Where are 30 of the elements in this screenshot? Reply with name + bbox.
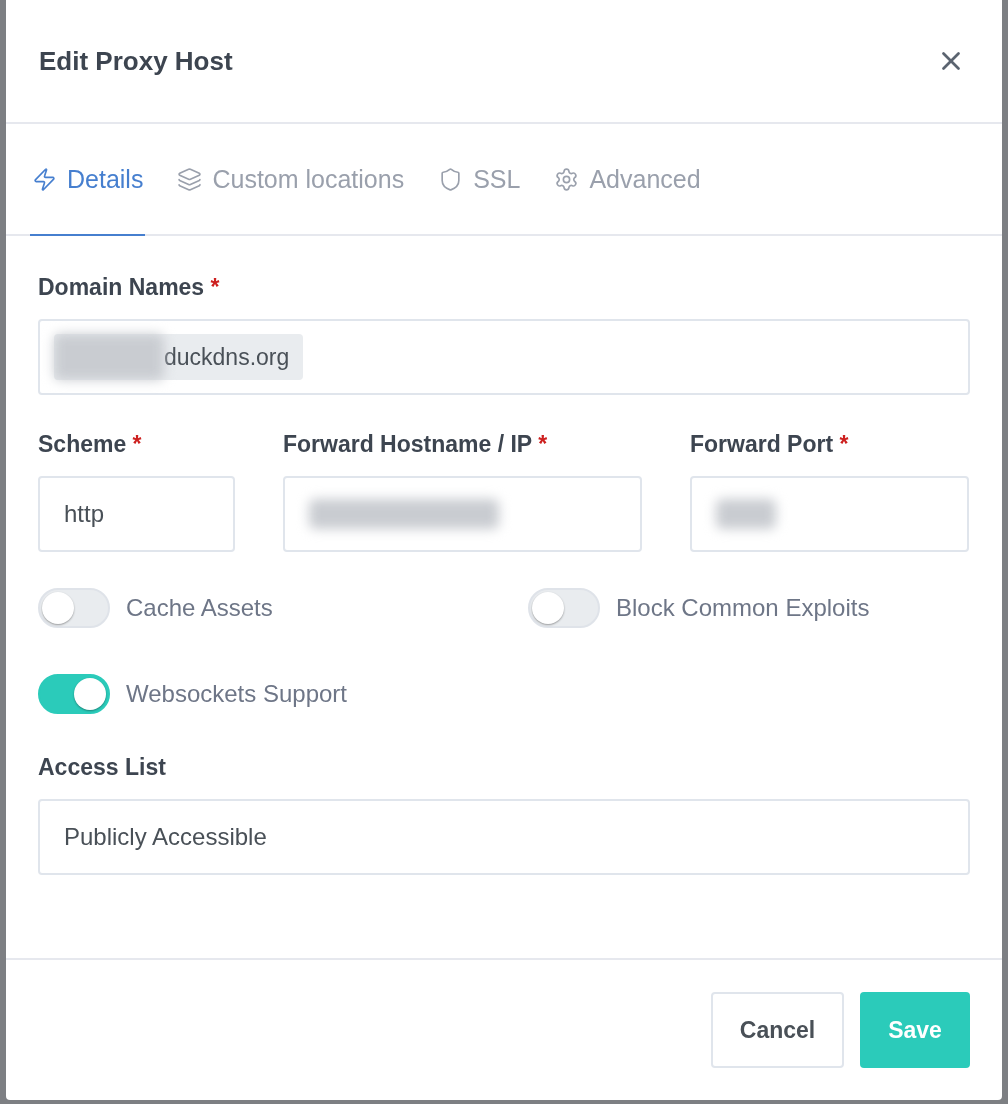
access-list-select[interactable]: Publicly Accessible xyxy=(38,799,970,875)
toggle-label: Cache Assets xyxy=(126,594,273,622)
redacted-text xyxy=(716,499,776,529)
tab[interactable]: Advanced xyxy=(552,124,703,236)
toggle-switch[interactable] xyxy=(38,674,110,714)
field-label: Forward Port xyxy=(690,431,834,457)
modal-title: Edit Proxy Host xyxy=(39,45,233,77)
layers-icon xyxy=(177,166,203,192)
tab[interactable]: SSL xyxy=(436,124,523,236)
required-mark: * xyxy=(132,431,142,457)
field-label: Access List xyxy=(38,754,167,781)
input-field[interactable] xyxy=(690,476,969,552)
domain-names-field[interactable]: duckdns.org xyxy=(38,319,970,395)
required-mark: * xyxy=(538,431,548,457)
gear-icon xyxy=(554,166,580,192)
domain-text: duckdns.org xyxy=(164,343,290,371)
toggle-label: Websockets Support xyxy=(126,680,347,708)
toggle-label: Block Common Exploits xyxy=(616,594,870,622)
cancel-button[interactable]: Cancel xyxy=(711,992,844,1068)
input-field[interactable]: http xyxy=(38,476,235,552)
required-mark: * xyxy=(839,431,849,457)
tab[interactable]: Details xyxy=(30,124,146,236)
save-button[interactable]: Save xyxy=(860,992,970,1068)
lightning-icon xyxy=(32,166,57,192)
input-field[interactable] xyxy=(283,476,642,552)
field-label: Scheme xyxy=(38,431,127,457)
field-label: Domain Names xyxy=(38,274,205,300)
field-label: Forward Hostname / IP xyxy=(283,431,532,457)
tab[interactable]: Custom locations xyxy=(175,124,407,236)
required-mark: * xyxy=(210,274,220,300)
